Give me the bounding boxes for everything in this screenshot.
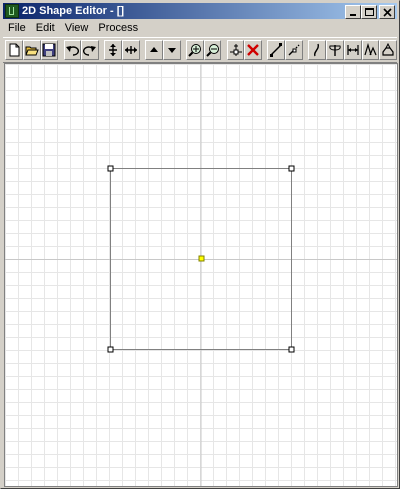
close-icon <box>383 8 392 17</box>
revolve-icon <box>382 43 394 56</box>
extrude-button[interactable] <box>361 40 380 60</box>
window-title: 2D Shape Editor - [] <box>22 5 125 17</box>
menu-edit[interactable]: Edit <box>31 19 60 37</box>
minimize-icon <box>350 14 356 16</box>
undo-button[interactable] <box>63 40 82 60</box>
flip-icon <box>329 45 341 56</box>
app-icon[interactable] <box>5 4 19 18</box>
close-button[interactable] <box>379 5 395 19</box>
undo-icon <box>66 46 80 56</box>
extrude-icon <box>364 43 377 56</box>
window-controls <box>345 5 395 19</box>
new-button[interactable] <box>5 40 23 60</box>
split-icon <box>288 44 300 56</box>
zoom-out-icon <box>205 44 219 57</box>
zoom-in-button[interactable] <box>185 40 204 60</box>
bezier-button[interactable] <box>308 40 326 60</box>
zoom-out-button[interactable] <box>203 40 222 60</box>
redo-icon <box>83 46 97 56</box>
menu-file[interactable]: File <box>3 19 31 37</box>
split-button[interactable] <box>285 40 303 60</box>
revolve-button[interactable] <box>379 40 398 60</box>
move-vertical-icon <box>109 44 118 56</box>
arrow-down-button[interactable] <box>162 40 181 60</box>
flip-button[interactable] <box>326 40 344 60</box>
bezier-icon <box>314 43 320 57</box>
maximize-button[interactable] <box>361 5 377 19</box>
zoom-in-icon <box>188 44 201 57</box>
app-window: 2D Shape Editor - [] File Edit View Proc… <box>0 0 400 489</box>
line-icon <box>270 43 283 57</box>
move-vertical-button[interactable] <box>104 40 123 60</box>
shape-canvas[interactable] <box>4 63 398 487</box>
line-button[interactable] <box>267 40 286 60</box>
width-icon <box>347 45 359 55</box>
redo-button[interactable] <box>81 40 100 60</box>
width-button[interactable] <box>343 40 362 60</box>
save-icon <box>42 43 56 57</box>
menu-process[interactable]: Process <box>93 19 143 37</box>
vertex-handle-bottom-right[interactable] <box>288 346 295 353</box>
arrow-up-icon <box>149 47 158 52</box>
toolbar <box>3 37 398 63</box>
minimize-button[interactable] <box>345 5 361 19</box>
vertex-handle-bottom-left[interactable] <box>107 346 114 353</box>
add-point-button[interactable] <box>226 40 245 60</box>
save-button[interactable] <box>40 40 59 60</box>
vertex-handle-top-left[interactable] <box>107 165 114 172</box>
new-icon <box>9 43 20 57</box>
move-horizontal-button[interactable] <box>122 40 140 60</box>
open-button[interactable] <box>22 40 41 60</box>
open-icon <box>24 46 39 56</box>
arrow-up-button[interactable] <box>145 40 163 60</box>
delete-button[interactable] <box>244 40 263 60</box>
title-bar[interactable]: 2D Shape Editor - [] <box>3 3 397 19</box>
maximize-icon <box>365 8 374 16</box>
move-horizontal-icon <box>124 46 137 54</box>
delete-icon <box>247 44 260 56</box>
menu-view[interactable]: View <box>60 19 94 37</box>
menu-bar: File Edit View Process <box>3 19 397 37</box>
add-point-icon <box>229 44 242 56</box>
arrow-down-icon <box>167 48 176 53</box>
origin-marker[interactable] <box>198 255 205 262</box>
vertex-handle-top-right[interactable] <box>288 165 295 172</box>
shape-drawing[interactable] <box>5 64 398 487</box>
